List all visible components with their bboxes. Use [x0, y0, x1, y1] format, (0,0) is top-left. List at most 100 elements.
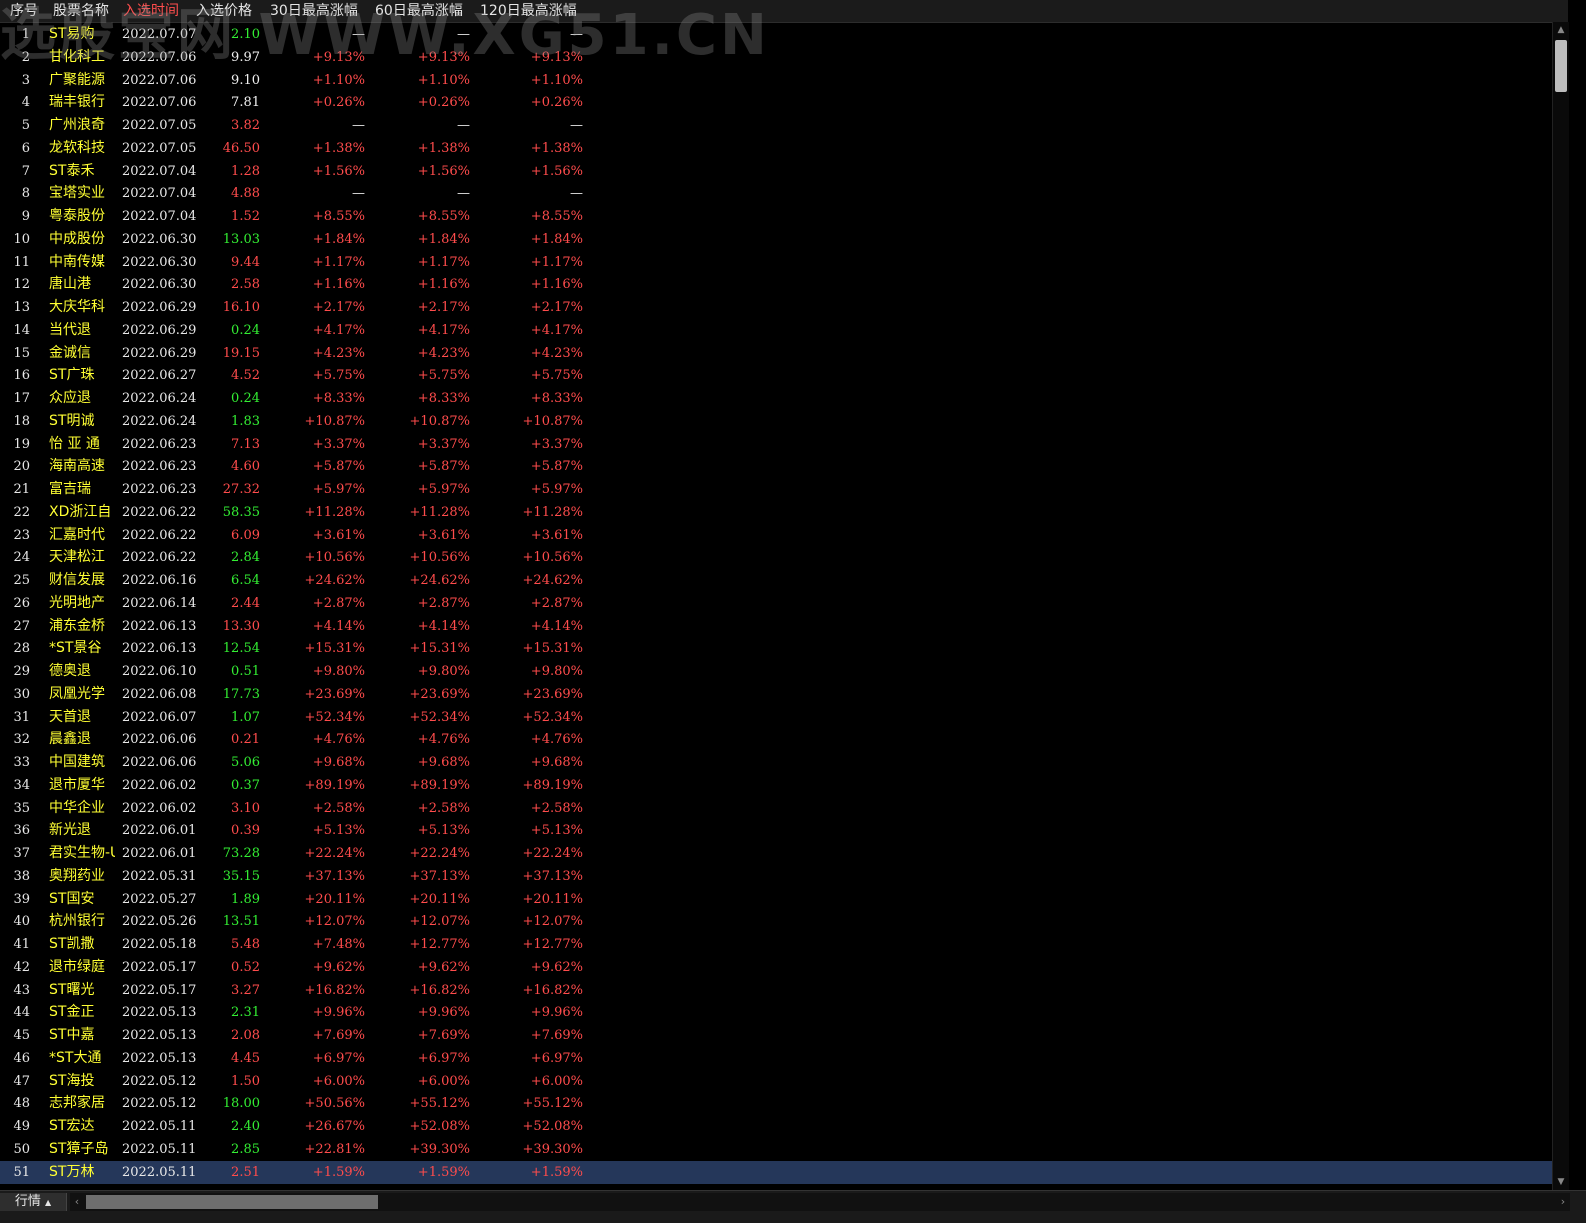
horizontal-scroll-thumb[interactable]: [86, 1195, 378, 1209]
row-60d-gain: +23.69%: [409, 686, 470, 702]
horizontal-scrollbar[interactable]: ‹ ›: [70, 1193, 1570, 1211]
table-row[interactable]: 47 ST海投 2022.05.12 1.50 +6.00% +6.00% +6.00%: [0, 1070, 1568, 1093]
row-60d-gain: +2.87%: [417, 595, 470, 611]
table-row[interactable]: 32 晨鑫退 2022.06.06 0.21 +4.76% +4.76% +4.76%: [0, 728, 1568, 751]
table-row[interactable]: 43 ST曙光 2022.05.17 3.27 +16.82% +16.82% +16.82…: [0, 979, 1568, 1002]
table-row[interactable]: 39 ST国安 2022.05.27 1.89 +20.11% +20.11% +20.11…: [0, 888, 1568, 911]
table-row[interactable]: 11 中南传媒 2022.06.30 9.44 +1.17% +1.17% +1.17%: [0, 251, 1568, 274]
table-row[interactable]: 31 天首退 2022.06.07 1.07 +52.34% +52.34% +52.34%: [0, 706, 1568, 729]
row-60d-gain: +1.10%: [417, 72, 470, 88]
table-row[interactable]: 20 海南高速 2022.06.23 4.60 +5.87% +5.87% +5.87%: [0, 455, 1568, 478]
table-row[interactable]: 42 退市绿庭 2022.05.17 0.52 +9.62% +9.62% +9.62%: [0, 956, 1568, 979]
row-select-price: 19.15: [222, 345, 260, 361]
header-stock-name[interactable]: 股票名称: [53, 0, 109, 22]
table-row[interactable]: 8 宝塔实业 2022.07.04 4.88 — — —: [0, 182, 1568, 205]
row-120d-gain: +1.84%: [530, 231, 583, 247]
table-row[interactable]: 4 瑞丰银行 2022.07.06 7.81 +0.26% +0.26% +0.26%: [0, 91, 1568, 114]
table-row[interactable]: 21 富吉瑞 2022.06.23 27.32 +5.97% +5.97% +5.97%: [0, 478, 1568, 501]
table-row[interactable]: 38 奥翔药业 2022.05.31 35.15 +37.13% +37.13% +37.1…: [0, 865, 1568, 888]
row-120d-gain: —: [570, 118, 583, 133]
row-select-price: 1.07: [231, 709, 260, 725]
table-row[interactable]: 35 中华企业 2022.06.02 3.10 +2.58% +2.58% +2.58%: [0, 797, 1568, 820]
table-row[interactable]: 12 唐山港 2022.06.30 2.58 +1.16% +1.16% +1.16%: [0, 273, 1568, 296]
table-row[interactable]: 48 志邦家居 2022.05.12 18.00 +50.56% +55.12% +55.1…: [0, 1092, 1568, 1115]
scroll-down-icon[interactable]: ▼: [1553, 1174, 1569, 1190]
table-row[interactable]: 24 天津松江 2022.06.22 2.84 +10.56% +10.56% +10.56…: [0, 546, 1568, 569]
table-row[interactable]: 5 广州浪奇 2022.07.05 3.82 — — —: [0, 114, 1568, 137]
row-select-price: 1.50: [231, 1073, 260, 1089]
table-row[interactable]: 16 ST广珠 2022.06.27 4.52 +5.75% +5.75% +5.75%: [0, 364, 1568, 387]
table-row[interactable]: 7 ST泰禾 2022.07.04 1.28 +1.56% +1.56% +1.56%: [0, 160, 1568, 183]
scroll-up-icon[interactable]: ▲: [1553, 22, 1569, 38]
table-row[interactable]: 37 君实生物-U 2022.06.01 73.28 +22.24% +22.24% +22…: [0, 842, 1568, 865]
row-60d-gain: +9.80%: [417, 664, 470, 679]
row-30d-gain: +4.76%: [312, 732, 365, 748]
chevron-left-icon[interactable]: ‹: [70, 1193, 84, 1211]
table-row[interactable]: 44 ST金正 2022.05.13 2.31 +9.96% +9.96% +9.96%: [0, 1001, 1568, 1024]
row-120d-gain: +37.13%: [522, 868, 583, 884]
row-seq: 43: [13, 982, 30, 998]
row-select-date: 2022.06.01: [122, 846, 197, 861]
table-row[interactable]: 22 XD浙江自 2022.06.22 58.35 +11.28% +11.28% +11.…: [0, 501, 1568, 524]
table-row[interactable]: 33 中国建筑 2022.06.06 5.06 +9.68% +9.68% +9.68%: [0, 751, 1568, 774]
table-row[interactable]: 41 ST凯撒 2022.05.18 5.48 +7.48% +12.77% +12.77%: [0, 933, 1568, 956]
table-row[interactable]: 36 新光退 2022.06.01 0.39 +5.13% +5.13% +5.13%: [0, 819, 1568, 842]
row-60d-gain: —: [457, 118, 470, 133]
table-row[interactable]: 23 汇嘉时代 2022.06.22 6.09 +3.61% +3.61% +3.61%: [0, 524, 1568, 547]
table-row[interactable]: 49 ST宏达 2022.05.11 2.40 +26.67% +52.08% +52.08…: [0, 1115, 1568, 1138]
row-stock-name: 中成股份: [49, 230, 105, 247]
table-row[interactable]: 29 德奥退 2022.06.10 0.51 +9.80% +9.80% +9.80%: [0, 660, 1568, 683]
header-select-time[interactable]: 入选时间: [123, 0, 179, 22]
table-row[interactable]: 27 浦东金桥 2022.06.13 13.30 +4.14% +4.14% +4.14%: [0, 615, 1568, 638]
row-select-date: 2022.07.04: [122, 209, 197, 224]
row-select-date: 2022.07.04: [122, 163, 197, 179]
table-row[interactable]: 51 ST万林 2022.05.11 2.51 +1.59% +1.59% +1.59%: [0, 1160, 1568, 1184]
vertical-scroll-thumb[interactable]: [1555, 40, 1567, 92]
row-60d-gain: +16.82%: [409, 982, 470, 998]
table-row[interactable]: 46 *ST大通 2022.05.13 4.45 +6.97% +6.97% +6.97%: [0, 1047, 1568, 1070]
table-row[interactable]: 19 怡 亚 通 2022.06.23 7.13 +3.37% +3.37% +3.37%: [0, 433, 1568, 456]
row-stock-name: ST国安: [49, 890, 95, 907]
header-select-price[interactable]: 入选价格: [196, 0, 252, 22]
row-seq: 41: [13, 937, 30, 952]
table-row[interactable]: 14 当代退 2022.06.29 0.24 +4.17% +4.17% +4.17%: [0, 319, 1568, 342]
table-row[interactable]: 18 ST明诚 2022.06.24 1.83 +10.87% +10.87% +10.87…: [0, 410, 1568, 433]
row-stock-name: ST曙光: [49, 981, 95, 998]
table-row[interactable]: 3 广聚能源 2022.07.06 9.10 +1.10% +1.10% +1.10%: [0, 69, 1568, 92]
table-row[interactable]: 50 ST獐子岛 2022.05.11 2.85 +22.81% +39.30% +39.3…: [0, 1138, 1568, 1161]
header-seq[interactable]: 序号: [10, 0, 38, 22]
row-60d-gain: +2.17%: [417, 300, 470, 315]
row-stock-name: 天首退: [49, 708, 91, 725]
table-row[interactable]: 13 大庆华科 2022.06.29 16.10 +2.17% +2.17% +2.17%: [0, 296, 1568, 319]
table-row[interactable]: 30 凤凰光学 2022.06.08 17.73 +23.69% +23.69% +23.6…: [0, 683, 1568, 706]
table-row[interactable]: 45 ST中嘉 2022.05.13 2.08 +7.69% +7.69% +7.69%: [0, 1024, 1568, 1047]
table-row[interactable]: 28 *ST景谷 2022.06.13 12.54 +15.31% +15.31% +15.…: [0, 637, 1568, 660]
row-60d-gain: +9.68%: [417, 755, 470, 770]
tab-quotes-label: 行情: [14, 1194, 41, 1209]
row-30d-gain: +9.13%: [312, 49, 365, 65]
table-row[interactable]: 40 杭州银行 2022.05.26 13.51 +12.07% +12.07% +12.0…: [0, 910, 1568, 933]
row-seq: 44: [13, 1005, 30, 1021]
vertical-scrollbar[interactable]: ▲ ▼: [1552, 22, 1569, 1190]
table-row[interactable]: 10 中成股份 2022.06.30 13.03 +1.84% +1.84% +1.84%: [0, 228, 1568, 251]
tab-quotes[interactable]: 行情 ▲: [0, 1193, 67, 1211]
table-row[interactable]: 17 众应退 2022.06.24 0.24 +8.33% +8.33% +8.33%: [0, 387, 1568, 410]
table-row[interactable]: 2 甘化科工 2022.07.06 9.97 +9.13% +9.13% +9.13%: [0, 46, 1568, 69]
table-row[interactable]: 34 退市厦华 2022.06.02 0.37 +89.19% +89.19% +89.19…: [0, 774, 1568, 797]
table-row[interactable]: 9 粤泰股份 2022.07.04 1.52 +8.55% +8.55% +8.55%: [0, 205, 1568, 228]
row-select-price: 7.81: [231, 95, 260, 111]
row-stock-name: ST中嘉: [49, 1027, 95, 1043]
header-30d-max-gain[interactable]: 30日最高涨幅: [270, 0, 358, 22]
table-row[interactable]: 26 光明地产 2022.06.14 2.44 +2.87% +2.87% +2.87%: [0, 592, 1568, 615]
table-row[interactable]: 6 龙软科技 2022.07.05 46.50 +1.38% +1.38% +1.38%: [0, 137, 1568, 160]
row-stock-name: *ST景谷: [49, 640, 102, 657]
row-seq: 25: [13, 573, 30, 588]
table-row[interactable]: 25 财信发展 2022.06.16 6.54 +24.62% +24.62% +24.62…: [0, 569, 1568, 592]
table-row[interactable]: 15 金诚信 2022.06.29 19.15 +4.23% +4.23% +4.23%: [0, 342, 1568, 365]
row-seq: 33: [13, 755, 30, 770]
row-seq: 24: [13, 550, 30, 566]
table-row[interactable]: 1 ST易购 2022.07.07 2.10 — — —: [0, 23, 1568, 46]
header-120d-max-gain[interactable]: 120日最高涨幅: [480, 0, 577, 22]
header-60d-max-gain[interactable]: 60日最高涨幅: [375, 0, 463, 22]
chevron-right-icon[interactable]: ›: [1556, 1193, 1570, 1211]
